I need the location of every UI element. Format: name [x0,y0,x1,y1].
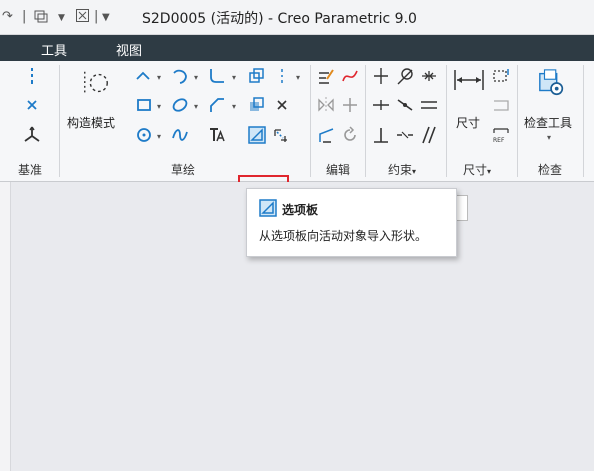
point-icon[interactable] [272,66,292,86]
perimeter-dimension-icon[interactable] [491,66,511,86]
chamfer-icon[interactable] [207,95,227,115]
datum-point-icon[interactable] [22,95,42,115]
palette-tooltip: 选项板 从选项板向活动对象导入形状。 [246,188,457,257]
circle-icon[interactable] [134,125,154,145]
menu-bar: 工具 视图 [0,35,594,61]
line-dropdown-icon[interactable]: ▾ [157,73,161,82]
coordinate-system-icon[interactable] [22,125,42,145]
title-bar: ↷ | ▼ | ▼ S2D0005 (活动的) - Creo Parametri… [0,0,594,35]
divide-icon[interactable] [340,95,360,115]
construction-mode-icon[interactable] [80,67,112,99]
modify-icon[interactable] [316,66,336,86]
customize-icon[interactable]: ▼ [102,12,110,23]
arc-icon[interactable] [170,66,190,86]
palette-icon[interactable] [247,125,267,145]
inspect-tools-dropdown-icon[interactable]: ▾ [547,133,551,142]
palette-icon [259,199,277,217]
group-separator [59,65,60,177]
mirror-icon[interactable] [316,95,336,115]
tooltip-description: 从选项板向活动对象导入形状。 [259,229,428,243]
point-dropdown-icon[interactable]: ▾ [296,73,300,82]
menu-tools[interactable]: 工具 [41,40,67,59]
coincident-constraint-icon[interactable] [395,95,415,115]
constrain-dropdown-icon: ▾ [412,167,417,176]
vertical-constraint-icon[interactable] [371,66,391,86]
equal-constraint-icon[interactable] [419,95,439,115]
dimension-button[interactable]: 尺寸 [456,114,480,131]
thicken-icon[interactable] [247,95,267,115]
rectangle-icon[interactable] [134,95,154,115]
group-label-inspect: 检查 [538,163,563,177]
perpendicular-constraint-icon[interactable] [371,125,391,145]
rotate-resize-icon[interactable] [340,125,360,145]
window-dropdown-icon[interactable]: ▼ [58,13,65,23]
circle-dropdown-icon[interactable]: ▾ [157,132,161,141]
close-window-icon[interactable] [76,9,89,26]
horizontal-constraint-icon[interactable] [371,95,391,115]
group-label-dimension[interactable]: 尺寸▾ [463,161,491,178]
dimension-label: 尺寸 [463,163,488,177]
window-title: S2D0005 (活动的) - Creo Parametric 9.0 [142,11,417,27]
chamfer-dropdown-icon[interactable]: ▾ [232,102,236,111]
menu-view[interactable]: 视图 [116,40,142,59]
delete-segment-icon[interactable] [340,66,360,86]
ribbon: 基准 构造模式 ▾ ▾ ▾ ▾ ▾ ▾ ▾ ▾ 草绘 编辑 约束▾ 尺寸 REF… [0,61,594,215]
text-icon[interactable] [207,125,227,145]
group-separator [517,65,518,177]
group-label-edit: 编辑 [326,163,351,177]
reference-dimension-icon[interactable]: REF [491,125,511,145]
separator: | [22,9,27,24]
ellipse-icon[interactable] [170,95,190,115]
tooltip-title: 选项板 [282,203,319,217]
centerline-icon[interactable] [22,66,42,86]
redo-icon[interactable]: ↷ [2,9,13,24]
group-separator [583,65,584,177]
tangent-constraint-icon[interactable] [395,66,415,86]
fillet-icon[interactable] [207,66,227,86]
spline-icon[interactable] [170,125,190,145]
inspect-tools-button[interactable]: 检查工具 [524,114,572,131]
offset-icon[interactable] [247,66,267,86]
parallel-constraint-icon[interactable] [419,125,439,145]
construction-mode-button[interactable]: 构造模式 [67,114,115,131]
group-separator [310,65,311,177]
baseline-dimension-icon[interactable] [491,95,511,115]
constrain-label: 约束 [388,163,413,177]
window-icon[interactable] [34,9,48,27]
line-icon[interactable] [134,66,154,86]
group-label-constrain[interactable]: 约束▾ [388,161,416,178]
group-separator [446,65,447,177]
dimension-icon[interactable] [453,67,485,93]
group-separator [365,65,366,177]
corner-icon[interactable] [316,125,336,145]
project-icon[interactable] [270,125,290,145]
dimension-dropdown-icon: ▾ [487,167,492,176]
symmetric-constraint-icon[interactable] [395,125,415,145]
geometry-point-icon[interactable] [272,95,292,115]
midpoint-constraint-icon[interactable] [419,66,439,86]
fillet-dropdown-icon[interactable]: ▾ [232,73,236,82]
canvas-side-strip [0,182,11,471]
ellipse-dropdown-icon[interactable]: ▾ [194,102,198,111]
separator: | [94,9,99,24]
arc-dropdown-icon[interactable]: ▾ [194,73,198,82]
inspect-icon[interactable] [536,67,568,99]
svg-text:REF: REF [493,137,505,144]
group-label-sketch: 草绘 [171,163,196,177]
rectangle-dropdown-icon[interactable]: ▾ [157,102,161,111]
group-label-datum: 基准 [18,163,43,177]
